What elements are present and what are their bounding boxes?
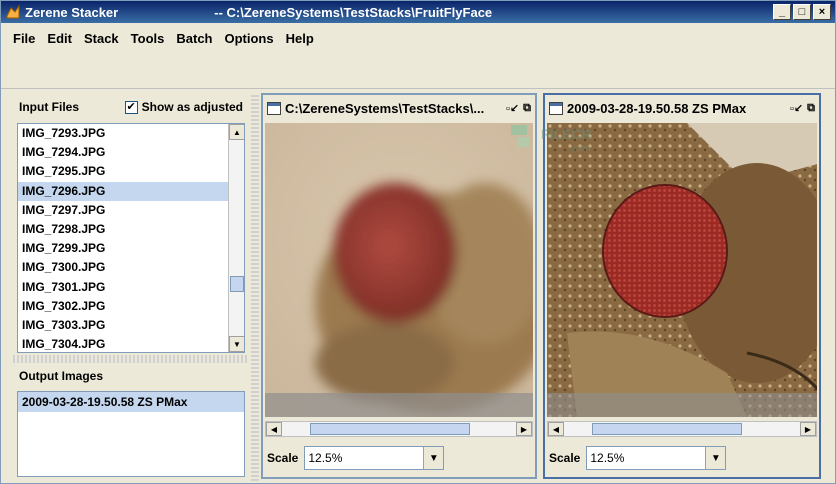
source-hscroll-thumb[interactable] — [310, 423, 470, 435]
popout-pane-icon[interactable]: ⧉ — [807, 102, 815, 115]
menu-tools[interactable]: Tools — [125, 29, 171, 48]
menu-bar: File Edit Stack Tools Batch Options Help — [1, 25, 835, 51]
output-pane-header: 2009-03-28-19.50.58 ZS PMax ▫↙ ⧉ — [545, 95, 819, 121]
file-list-item[interactable]: IMG_7299.JPG — [18, 239, 244, 258]
output-hscrollbar[interactable]: ◀ ▶ — [547, 421, 817, 437]
scale-label: Scale — [267, 451, 299, 465]
maximize-icon: □ — [798, 6, 806, 18]
app-icon — [5, 4, 21, 20]
watermark-subtext: .com — [571, 143, 591, 153]
maximize-button[interactable]: □ — [793, 4, 811, 20]
show-adjusted-label: Show as adjusted — [141, 100, 243, 114]
output-item[interactable]: 2009-03-28-19.50.58 ZS PMax — [18, 392, 244, 412]
frame-icon — [549, 101, 563, 115]
output-images-label: Output Images — [19, 369, 104, 383]
minimize-pane-icon[interactable]: ▫↙ — [790, 102, 803, 115]
scroll-up-arrow-icon[interactable]: ▲ — [229, 124, 244, 140]
main-splitter[interactable] — [251, 93, 259, 481]
popout-pane-icon[interactable]: ⧉ — [523, 102, 531, 115]
fly-image-blurred — [265, 123, 533, 417]
minimize-button[interactable]: _ — [773, 4, 791, 20]
file-list-item[interactable]: IMG_7295.JPG — [18, 162, 244, 181]
file-list-scrollbar[interactable]: ▲ ▼ — [228, 124, 244, 352]
show-adjusted-checkbox[interactable]: ✔ Show as adjusted — [124, 100, 243, 114]
scroll-down-arrow-icon[interactable]: ▼ — [229, 336, 244, 352]
output-image-list[interactable]: 2009-03-28-19.50.58 ZS PMax — [17, 391, 245, 477]
output-scale-row: Scale 12.5% ▼ — [549, 445, 727, 471]
source-pane-header: C:\ZereneSystems\TestStacks\... ▫↙ ⧉ — [263, 95, 535, 121]
file-list-item[interactable]: IMG_7301.JPG — [18, 278, 244, 297]
scroll-right-arrow-icon[interactable]: ▶ — [516, 422, 532, 436]
file-list-item[interactable]: IMG_7300.JPG — [18, 258, 244, 277]
input-files-label: Input Files — [19, 100, 79, 114]
menu-help[interactable]: Help — [280, 29, 320, 48]
menu-file[interactable]: File — [7, 29, 41, 48]
scale-value: 12.5% — [308, 451, 343, 465]
file-list-item[interactable]: IMG_7304.JPG — [18, 335, 244, 352]
app-title: Zerene Stacker — [25, 4, 119, 20]
minimize-pane-icon[interactable]: ▫↙ — [506, 102, 519, 115]
file-list-item[interactable]: IMG_7302.JPG — [18, 297, 244, 316]
checkmark-icon[interactable]: ✔ — [124, 100, 138, 114]
file-list-item[interactable]: IMG_7303.JPG — [18, 316, 244, 335]
left-panel: Input Files ✔ Show as adjusted IMG_7293.… — [13, 93, 249, 477]
menu-batch[interactable]: Batch — [170, 29, 218, 48]
output-image[interactable] — [547, 123, 817, 417]
scale-label: Scale — [549, 451, 581, 465]
output-hscroll-thumb[interactable] — [592, 423, 742, 435]
source-scale-row: Scale 12.5% ▼ — [267, 445, 445, 471]
menu-options[interactable]: Options — [219, 29, 280, 48]
scroll-left-arrow-icon[interactable]: ◀ — [548, 422, 564, 436]
scroll-left-arrow-icon[interactable]: ◀ — [266, 422, 282, 436]
title-bar[interactable]: Zerene Stacker -- C:\ZereneSystems\TestS… — [1, 1, 835, 23]
file-list-item[interactable]: IMG_7298.JPG — [18, 220, 244, 239]
close-button[interactable]: × — [813, 4, 831, 20]
source-scale-select[interactable]: 12.5% ▼ — [304, 446, 445, 470]
scroll-right-arrow-icon[interactable]: ▶ — [800, 422, 816, 436]
source-pane-title: C:\ZereneSystems\TestStacks\... — [285, 100, 485, 116]
source-hscrollbar[interactable]: ◀ ▶ — [265, 421, 533, 437]
dropdown-arrow-icon[interactable]: ▼ — [705, 447, 726, 469]
window-path: -- C:\ZereneSystems\TestStacks\FruitFlyF… — [214, 4, 493, 20]
menu-stack[interactable]: Stack — [78, 29, 125, 48]
toolbar-area — [1, 51, 835, 89]
scroll-thumb[interactable] — [230, 276, 244, 292]
source-image[interactable] — [265, 123, 533, 417]
source-image-pane: C:\ZereneSystems\TestStacks\... ▫↙ ⧉ ◀ ▶… — [261, 93, 537, 479]
input-files-header: Input Files ✔ Show as adjusted — [13, 93, 249, 121]
minimize-icon: _ — [778, 6, 786, 18]
watermark-logo: FILECR .com — [511, 119, 601, 159]
watermark-text: FILECR — [541, 126, 592, 142]
close-icon: × — [818, 6, 826, 18]
file-list-item[interactable]: IMG_7293.JPG — [18, 124, 244, 143]
output-scale-select[interactable]: 12.5% ▼ — [586, 446, 727, 470]
left-splitter[interactable] — [13, 355, 249, 363]
input-file-list[interactable]: IMG_7293.JPG IMG_7294.JPG IMG_7295.JPG IMG_… — [17, 123, 245, 353]
window-controls: _ □ × — [773, 4, 831, 20]
dropdown-arrow-icon[interactable]: ▼ — [423, 447, 444, 469]
fly-image-sharp — [547, 123, 817, 417]
frame-icon — [267, 101, 281, 115]
file-list-item[interactable]: IMG_7297.JPG — [18, 201, 244, 220]
file-list-item[interactable]: IMG_7296.JPG — [18, 181, 244, 201]
file-list-item[interactable]: IMG_7294.JPG — [18, 143, 244, 162]
output-pane-title: 2009-03-28-19.50.58 ZS PMax — [567, 100, 747, 116]
app-window: Zerene Stacker -- C:\ZereneSystems\TestS… — [0, 0, 836, 484]
menu-edit[interactable]: Edit — [41, 29, 78, 48]
scale-value: 12.5% — [590, 451, 625, 465]
